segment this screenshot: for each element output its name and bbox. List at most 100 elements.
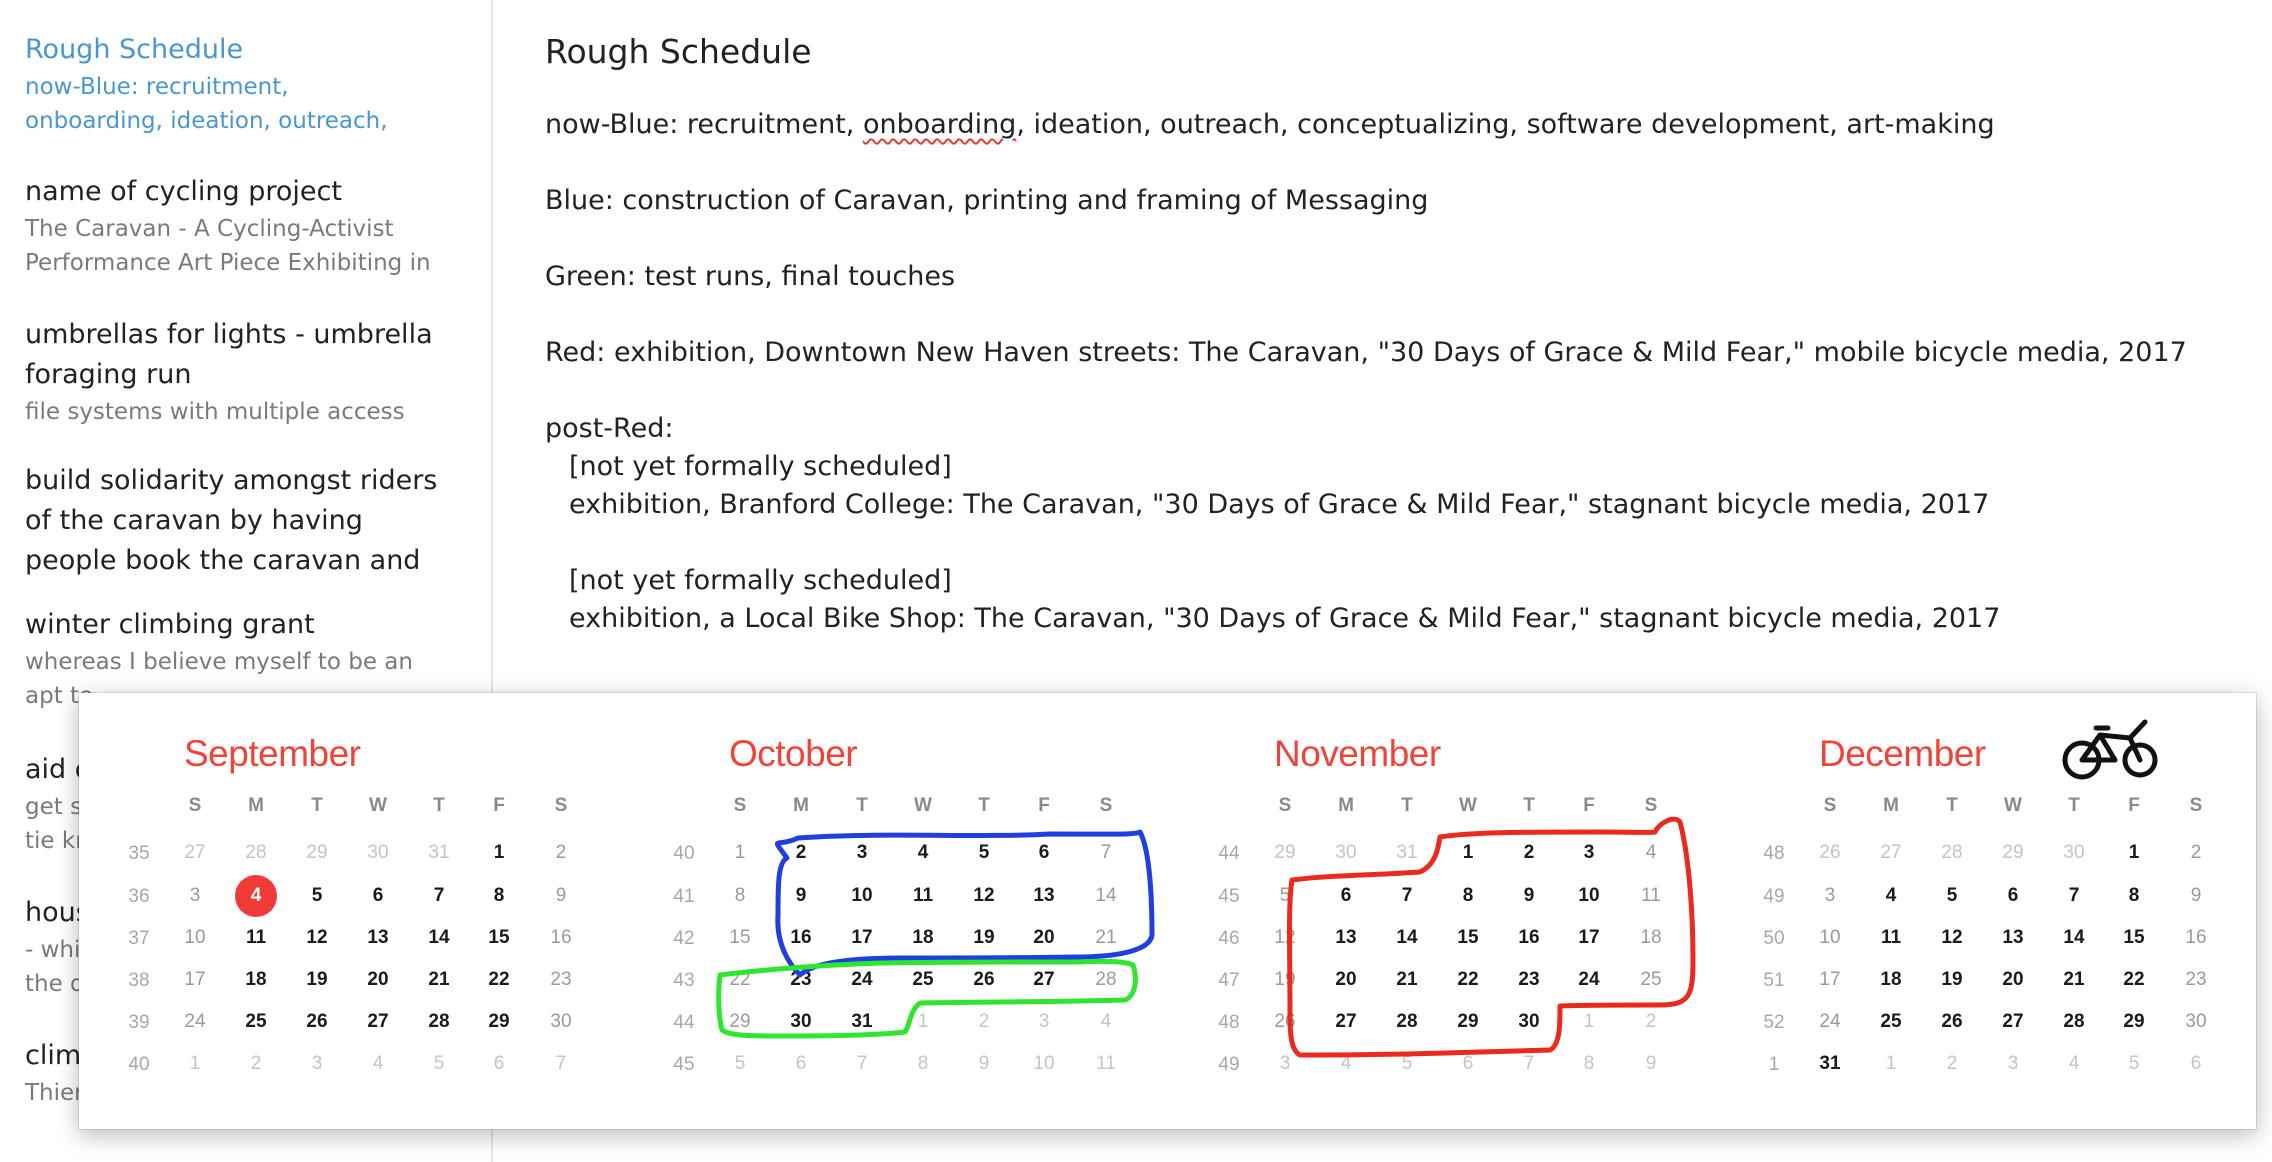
- date-cell[interactable]: 25: [1629, 961, 1673, 999]
- note-item-umbrellas[interactable]: umbrellas for lights - umbrella foraging…: [25, 315, 465, 429]
- date-cell[interactable]: 18: [1869, 961, 1913, 999]
- date-cell[interactable]: 10: [1808, 919, 1852, 957]
- date-cell[interactable]: 1: [718, 834, 762, 872]
- date-cell[interactable]: 28: [2052, 1003, 2096, 1041]
- date-cell[interactable]: 2: [234, 1045, 278, 1083]
- date-cell[interactable]: 3: [1991, 1045, 2035, 1083]
- date-cell[interactable]: 3: [173, 877, 217, 915]
- date-cell[interactable]: 7: [539, 1045, 583, 1083]
- note-editor[interactable]: Rough Schedule now-Blue: recruitment, on…: [545, 28, 2245, 676]
- date-cell[interactable]: 26: [962, 961, 1006, 999]
- date-cell[interactable]: 4: [1084, 1003, 1128, 1041]
- date-cell[interactable]: 6: [1324, 877, 1368, 915]
- date-cell[interactable]: 4: [1869, 877, 1913, 915]
- date-cell[interactable]: 9: [962, 1045, 1006, 1083]
- date-cell[interactable]: 2: [539, 834, 583, 872]
- today-date-cell[interactable]: 4: [234, 875, 278, 917]
- date-cell[interactable]: 30: [779, 1003, 823, 1041]
- date-cell[interactable]: 13: [1022, 877, 1066, 915]
- date-cell[interactable]: 6: [1022, 834, 1066, 872]
- date-cell[interactable]: 23: [1507, 961, 1551, 999]
- date-cell[interactable]: 16: [2174, 919, 2218, 957]
- date-cell[interactable]: 5: [1385, 1045, 1429, 1083]
- date-cell[interactable]: 31: [417, 834, 461, 872]
- date-cell[interactable]: 7: [417, 877, 461, 915]
- date-cell[interactable]: 8: [477, 877, 521, 915]
- date-cell[interactable]: 14: [417, 919, 461, 957]
- date-cell[interactable]: 1: [2112, 834, 2156, 872]
- date-cell[interactable]: 2: [962, 1003, 1006, 1041]
- date-cell[interactable]: 9: [1507, 877, 1551, 915]
- date-cell[interactable]: 14: [1385, 919, 1429, 957]
- date-cell[interactable]: 16: [1507, 919, 1551, 957]
- date-cell[interactable]: 9: [539, 877, 583, 915]
- date-cell[interactable]: 8: [1446, 877, 1490, 915]
- date-cell[interactable]: 2: [779, 834, 823, 872]
- date-cell[interactable]: 30: [2052, 834, 2096, 872]
- date-cell[interactable]: 1: [1869, 1045, 1913, 1083]
- date-cell[interactable]: 15: [718, 919, 762, 957]
- date-cell[interactable]: 21: [417, 961, 461, 999]
- date-cell[interactable]: 11: [1629, 877, 1673, 915]
- date-cell[interactable]: 17: [1808, 961, 1852, 999]
- date-cell[interactable]: 29: [295, 834, 339, 872]
- date-cell[interactable]: 6: [1991, 877, 2035, 915]
- date-cell[interactable]: 4: [356, 1045, 400, 1083]
- date-cell[interactable]: 29: [718, 1003, 762, 1041]
- date-cell[interactable]: 16: [539, 919, 583, 957]
- date-cell[interactable]: 8: [718, 877, 762, 915]
- date-cell[interactable]: 17: [173, 961, 217, 999]
- date-cell[interactable]: 27: [1022, 961, 1066, 999]
- date-cell[interactable]: 12: [1930, 919, 1974, 957]
- date-cell[interactable]: 11: [901, 877, 945, 915]
- date-cell[interactable]: 7: [840, 1045, 884, 1083]
- date-cell[interactable]: 24: [1808, 1003, 1852, 1041]
- date-cell[interactable]: 16: [779, 919, 823, 957]
- date-cell[interactable]: 7: [2052, 877, 2096, 915]
- date-cell[interactable]: 28: [1385, 1003, 1429, 1041]
- date-cell[interactable]: 1: [1567, 1003, 1611, 1041]
- date-cell[interactable]: 5: [2112, 1045, 2156, 1083]
- date-cell[interactable]: 21: [1385, 961, 1429, 999]
- date-cell[interactable]: 18: [1629, 919, 1673, 957]
- date-cell[interactable]: 24: [173, 1003, 217, 1041]
- date-cell[interactable]: 21: [1084, 919, 1128, 957]
- date-cell[interactable]: 29: [477, 1003, 521, 1041]
- date-cell[interactable]: 15: [2112, 919, 2156, 957]
- date-cell[interactable]: 13: [356, 919, 400, 957]
- date-cell[interactable]: 30: [1507, 1003, 1551, 1041]
- date-cell[interactable]: 29: [1263, 834, 1307, 872]
- date-cell[interactable]: 8: [901, 1045, 945, 1083]
- date-cell[interactable]: 27: [173, 834, 217, 872]
- date-cell[interactable]: 2: [2174, 834, 2218, 872]
- date-cell[interactable]: 31: [1385, 834, 1429, 872]
- date-cell[interactable]: 27: [1869, 834, 1913, 872]
- date-cell[interactable]: 10: [840, 877, 884, 915]
- date-cell[interactable]: 7: [1385, 877, 1429, 915]
- date-cell[interactable]: 29: [2112, 1003, 2156, 1041]
- date-cell[interactable]: 12: [1263, 919, 1307, 957]
- date-cell[interactable]: 6: [477, 1045, 521, 1083]
- date-cell[interactable]: 15: [477, 919, 521, 957]
- date-cell[interactable]: 30: [2174, 1003, 2218, 1041]
- date-cell[interactable]: 1: [477, 834, 521, 872]
- date-cell[interactable]: 8: [2112, 877, 2156, 915]
- date-cell[interactable]: 1: [901, 1003, 945, 1041]
- date-cell[interactable]: 2: [1507, 834, 1551, 872]
- date-cell[interactable]: 4: [1324, 1045, 1368, 1083]
- date-cell[interactable]: 20: [1324, 961, 1368, 999]
- date-cell[interactable]: 26: [1930, 1003, 1974, 1041]
- date-cell[interactable]: 26: [1263, 1003, 1307, 1041]
- date-cell[interactable]: 3: [1567, 834, 1611, 872]
- date-cell[interactable]: 25: [901, 961, 945, 999]
- date-cell[interactable]: 23: [2174, 961, 2218, 999]
- date-cell[interactable]: 6: [356, 877, 400, 915]
- note-item-rough-schedule[interactable]: Rough Schedule now-Blue: recruitment, on…: [25, 30, 465, 138]
- date-cell[interactable]: 30: [356, 834, 400, 872]
- date-cell[interactable]: 11: [1084, 1045, 1128, 1083]
- date-cell[interactable]: 5: [1263, 877, 1307, 915]
- date-cell[interactable]: 20: [1991, 961, 2035, 999]
- date-cell[interactable]: 18: [901, 919, 945, 957]
- date-cell[interactable]: 28: [417, 1003, 461, 1041]
- date-cell[interactable]: 2: [1629, 1003, 1673, 1041]
